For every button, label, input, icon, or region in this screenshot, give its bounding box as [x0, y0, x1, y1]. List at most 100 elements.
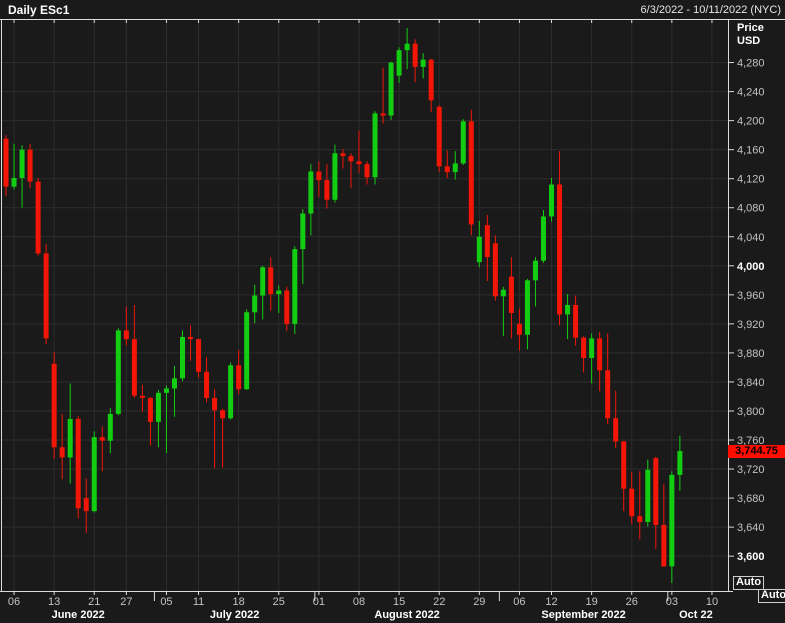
candle-2022-09-02[interactable] [508, 257, 514, 339]
candle-2022-06-22[interactable] [99, 426, 105, 472]
candle-2022-09-27[interactable] [637, 471, 643, 540]
candle-2022-08-23[interactable] [444, 150, 450, 178]
candle-2022-09-22[interactable] [613, 390, 619, 448]
candle-2022-06-03[interactable] [3, 135, 9, 197]
candle-2022-06-16[interactable] [75, 416, 81, 519]
price-tick-label: 4,000 [737, 261, 765, 273]
candle-2022-08-31[interactable] [492, 235, 498, 301]
candle-2022-09-06[interactable] [516, 308, 522, 351]
candle-2022-06-15[interactable] [67, 383, 73, 484]
candle-2022-09-14[interactable] [565, 294, 571, 340]
price-axis-header: Price USD [737, 22, 764, 48]
candle-2022-06-24[interactable] [115, 328, 121, 416]
candle-2022-08-08[interactable] [356, 130, 362, 173]
time-axis-auto-button[interactable]: Auto [758, 589, 785, 603]
candle-2022-07-27[interactable] [292, 246, 298, 335]
candle-2022-08-26[interactable] [468, 109, 474, 236]
candle-2022-10-03[interactable] [669, 471, 675, 584]
candle-2022-08-01[interactable] [316, 161, 322, 197]
candle-2022-06-13[interactable] [51, 352, 57, 459]
candle-2022-09-23[interactable] [621, 440, 627, 512]
candle-2022-09-15[interactable] [573, 295, 579, 346]
candle-body [324, 180, 330, 200]
candle-2022-08-22[interactable] [436, 105, 442, 173]
candle-2022-06-17[interactable] [83, 478, 89, 533]
candle-2022-08-18[interactable] [420, 53, 426, 79]
candle-2022-07-07[interactable] [179, 330, 185, 382]
candle-2022-08-04[interactable] [340, 148, 346, 169]
candle-body [364, 164, 370, 178]
candle-2022-08-25[interactable] [460, 119, 466, 165]
candle-2022-06-30[interactable] [147, 397, 153, 446]
candle-2022-08-11[interactable] [380, 67, 386, 124]
candle-2022-06-29[interactable] [139, 384, 145, 412]
candle-2022-07-14[interactable] [220, 408, 226, 468]
candle-body [155, 392, 161, 422]
candle-2022-09-09[interactable] [540, 209, 546, 263]
candle-2022-07-29[interactable] [308, 164, 314, 236]
candle-2022-08-30[interactable] [484, 214, 490, 282]
candle-2022-09-07[interactable] [524, 278, 530, 350]
candle-2022-09-16[interactable] [581, 336, 587, 373]
candle-2022-08-24[interactable] [452, 151, 458, 180]
candle-2022-08-02[interactable] [324, 164, 330, 209]
candle-2022-08-17[interactable] [412, 39, 418, 83]
candle-2022-07-13[interactable] [212, 389, 218, 469]
candle-2022-09-30[interactable] [661, 484, 667, 568]
candle-2022-09-13[interactable] [557, 151, 563, 326]
candle-2022-07-22[interactable] [268, 257, 274, 311]
candle-2022-07-19[interactable] [244, 309, 250, 390]
candle-2022-08-15[interactable] [396, 47, 402, 83]
candle-2022-08-12[interactable] [388, 61, 394, 120]
candle-2022-09-08[interactable] [532, 257, 538, 307]
candle-2022-06-06[interactable] [11, 143, 17, 190]
candle-2022-06-23[interactable] [107, 408, 113, 454]
candle-2022-07-05[interactable] [163, 385, 169, 454]
candle-2022-07-11[interactable] [196, 339, 202, 378]
date-tick-label: 22 [433, 596, 445, 608]
candle-2022-09-19[interactable] [589, 333, 595, 384]
candle-2022-08-03[interactable] [332, 144, 338, 203]
date-tick-label: 12 [545, 596, 557, 608]
candle-2022-09-01[interactable] [500, 286, 506, 337]
candle-2022-08-10[interactable] [372, 111, 378, 185]
candle-2022-07-01[interactable] [155, 389, 161, 448]
candle-2022-06-07[interactable] [19, 145, 25, 208]
candle-2022-07-25[interactable] [276, 285, 282, 313]
candle-2022-07-26[interactable] [284, 286, 290, 332]
candle-2022-06-28[interactable] [131, 305, 137, 398]
candlestick-chart[interactable]: 4,280 4,240 4,200 4,160 4,120 4,080 4,040 4,000… [0, 0, 785, 623]
candle-2022-10-04[interactable] [677, 435, 683, 491]
candle-2022-09-20[interactable] [597, 331, 603, 392]
price-axis-auto-button[interactable]: Auto [733, 576, 765, 590]
candle-2022-07-12[interactable] [204, 357, 210, 403]
candle-body [316, 171, 322, 181]
candle-2022-07-21[interactable] [260, 265, 266, 320]
candle-body [436, 106, 442, 167]
candle-2022-06-08[interactable] [27, 143, 33, 189]
candle-2022-06-21[interactable] [91, 431, 97, 513]
candle-body [292, 249, 298, 324]
candle-2022-07-15[interactable] [228, 362, 234, 420]
candle-2022-08-29[interactable] [476, 220, 482, 268]
candle-2022-07-08[interactable] [188, 325, 194, 361]
candle-2022-09-12[interactable] [549, 177, 555, 222]
candle-2022-07-28[interactable] [300, 209, 306, 284]
candle-2022-06-27[interactable] [123, 306, 129, 346]
candle-2022-07-18[interactable] [236, 350, 242, 395]
candle-2022-09-26[interactable] [629, 471, 635, 525]
candle-2022-08-05[interactable] [348, 153, 354, 189]
candle-2022-08-09[interactable] [364, 161, 370, 185]
candle-2022-07-20[interactable] [252, 284, 258, 324]
candle-body [67, 418, 73, 458]
candle-2022-07-06[interactable] [171, 365, 177, 417]
candle-2022-09-29[interactable] [653, 456, 659, 549]
candle-2022-06-10[interactable] [43, 244, 49, 345]
candle-body [500, 289, 506, 297]
candle-2022-09-21[interactable] [605, 333, 611, 425]
candle-2022-09-28[interactable] [645, 459, 651, 527]
candle-2022-08-19[interactable] [428, 58, 434, 112]
candle-2022-06-09[interactable] [35, 177, 41, 256]
candle-body [348, 156, 354, 162]
month-label: August 2022 [374, 609, 439, 621]
